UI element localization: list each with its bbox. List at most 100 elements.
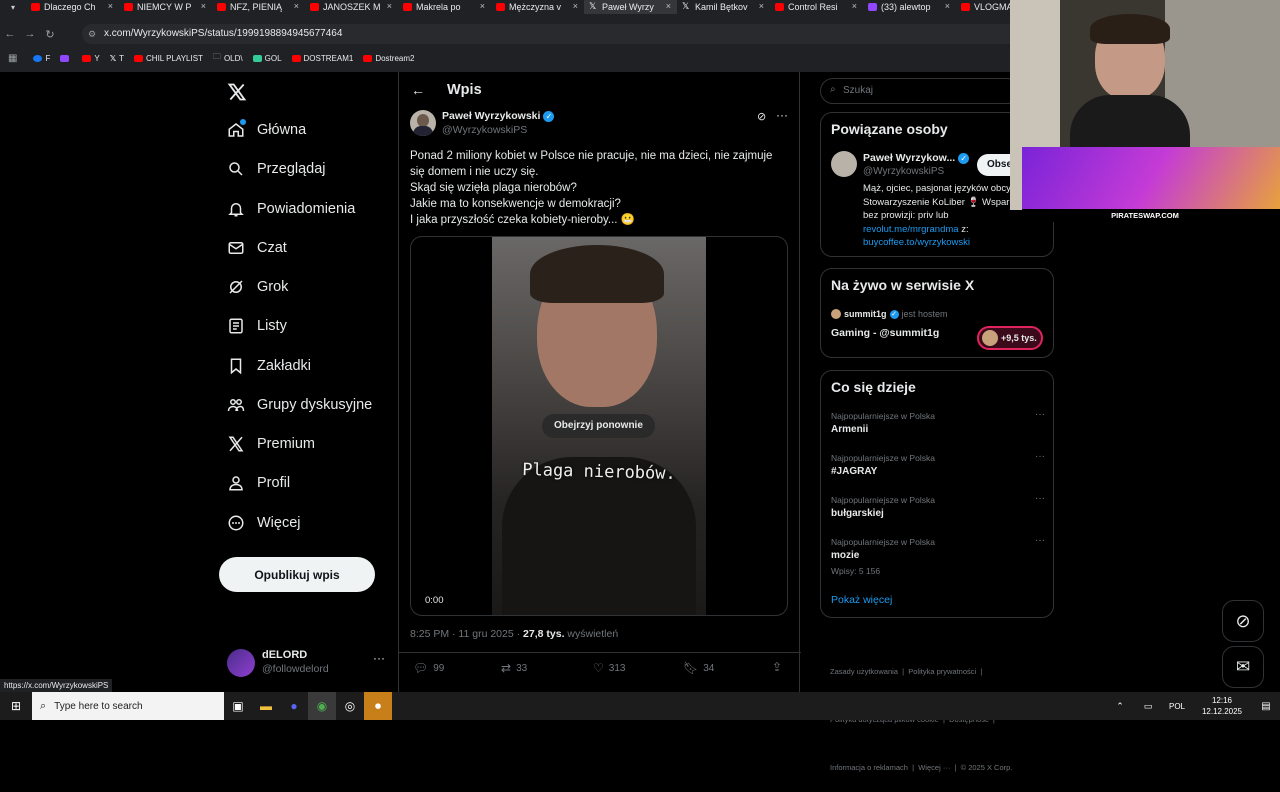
tab-4[interactable]: Makrela po × [398, 0, 491, 14]
tab-2[interactable]: NFZ, PIENIĄ × [212, 0, 305, 14]
nav-item-7[interactable]: Grupy dyskusyjne [227, 396, 372, 414]
tab-6[interactable]: 𝕏 Paweł Wyrzy × [584, 0, 677, 14]
reply-button[interactable]: 💬︎ 99 [413, 661, 444, 675]
like-button[interactable]: ♡ 313 [593, 661, 625, 675]
back-arrow-icon[interactable]: ← [411, 82, 425, 98]
trend-item[interactable]: Najpopularniejsze w Polska bułgarskiej ··· [831, 493, 1045, 524]
more-options-icon[interactable]: ··· [776, 108, 788, 122]
tab-close-icon[interactable]: × [201, 1, 206, 11]
nav-item-1[interactable]: Przeglądaj [227, 160, 326, 178]
related-avatar[interactable] [831, 151, 857, 177]
nav-item-0[interactable]: Główna [227, 119, 306, 139]
listeners-pill[interactable]: +9,5 tys. [977, 326, 1043, 350]
search-input[interactable]: ⌕ Szukaj [820, 78, 1020, 104]
live-host[interactable]: summit1g ✓ jest hostem [831, 309, 948, 319]
grok-icon[interactable]: ⊘ [757, 110, 766, 123]
tab-close-icon[interactable]: × [852, 1, 857, 11]
language-indicator[interactable]: POL [1162, 702, 1192, 711]
buycoffee-link[interactable]: buycoffee.to/wyrzykowski [863, 237, 970, 248]
nav-item-5[interactable]: Listy [227, 317, 287, 335]
tab-5[interactable]: Mężczyzna v × [491, 0, 584, 14]
tab-search-icon[interactable]: ▾ [0, 0, 26, 14]
tab-close-icon[interactable]: × [759, 1, 764, 11]
post-button[interactable]: Opublikuj wpis [219, 557, 375, 592]
live-space-title[interactable]: Gaming - @summit1g [831, 327, 939, 339]
bookmark-t[interactable]: 𝕏T [110, 54, 124, 63]
tab-1[interactable]: NIEMCY W P × [119, 0, 212, 14]
tab-close-icon[interactable]: × [108, 1, 113, 11]
bookmark-button[interactable]: 🔖︎ 34 [683, 661, 714, 675]
tray-chevron-icon[interactable]: ⌃ [1106, 692, 1134, 720]
apps-icon[interactable]: ▦ [8, 53, 17, 64]
bookmark-twitch[interactable] [60, 54, 72, 62]
chrome-icon[interactable]: ◉ [308, 692, 336, 720]
nav-item-8[interactable]: Premium [227, 435, 315, 453]
trend-more-icon[interactable]: ··· [1035, 451, 1045, 462]
account-switcher[interactable]: dELORD @followdelord ··· [227, 647, 397, 679]
tab-close-icon[interactable]: × [666, 1, 671, 11]
trend-more-icon[interactable]: ··· [1035, 535, 1045, 546]
tab-8[interactable]: Control Resi × [770, 0, 863, 14]
x-logo-icon[interactable] [227, 82, 247, 107]
clock[interactable]: 12:16 12.12.2025 [1192, 695, 1252, 717]
task-view-icon[interactable]: ▣ [224, 692, 252, 720]
notifications-icon[interactable]: ▤ [1252, 692, 1280, 720]
bookmark-gol[interactable]: GOL [252, 54, 282, 63]
video-player[interactable]: Obejrzyj ponownie Plaga nierobów. 0:00 [410, 236, 788, 616]
messages-float-icon[interactable]: ✉ [1222, 646, 1264, 688]
discord-icon[interactable]: ● [280, 692, 308, 720]
nav-item-9[interactable]: Profil [227, 474, 290, 492]
tab-9[interactable]: (33) alewtop × [863, 0, 956, 14]
bookmark-dostream1[interactable]: DOSTREAM1 [291, 54, 353, 63]
bookmark-y[interactable]: Y [82, 54, 100, 63]
app-icon[interactable]: ◎ [336, 692, 364, 720]
bookmark-chil-playlist[interactable]: CHIL PLAYLIST [134, 54, 203, 63]
trend-more-icon[interactable]: ··· [1035, 493, 1045, 504]
trend-item[interactable]: Najpopularniejsze w Polska Armenii ··· [831, 409, 1045, 440]
author-name[interactable]: Paweł Wyrzykowski ✓ [442, 110, 555, 122]
site-info-icon[interactable]: ⚙ [88, 24, 96, 44]
tab-close-icon[interactable]: × [294, 1, 299, 11]
avatar [227, 649, 255, 677]
taskbar-search[interactable]: ⌕ Type here to search [32, 692, 224, 720]
nav-item-6[interactable]: Zakładki [227, 357, 311, 375]
youtube-icon [310, 3, 319, 11]
nav-item-10[interactable]: Więcej [227, 514, 301, 532]
tab-0[interactable]: Dlaczego Ch × [26, 0, 119, 14]
revolut-link[interactable]: revolut.me/mrgrandma [863, 224, 959, 235]
tab-close-icon[interactable]: × [387, 1, 392, 11]
related-name[interactable]: Paweł Wyrzykow... ✓ [863, 152, 970, 164]
tab-close-icon[interactable]: × [945, 1, 950, 11]
trend-item[interactable]: Najpopularniejsze w Polska mozie Wpisy: 5 … [831, 535, 1045, 576]
bookmark-old[interactable]: 🗀 OLD\ [213, 51, 243, 65]
nav-item-3[interactable]: Czat [227, 239, 287, 257]
trend-item[interactable]: Najpopularniejsze w Polska #JAGRAY ··· [831, 451, 1045, 482]
repost-button[interactable]: ⇄ 33 [501, 661, 527, 675]
bookmark-dostream2[interactable]: Dostream2 [363, 54, 414, 63]
bookmark-f[interactable]: F [33, 54, 50, 63]
windows-start-icon[interactable]: ⊞ [0, 692, 32, 720]
back-icon[interactable]: ← [0, 28, 20, 40]
forward-icon[interactable]: → [20, 28, 40, 40]
author-avatar[interactable] [410, 110, 436, 136]
author-handle[interactable]: @WyrzykowskiPS [442, 124, 527, 136]
tab-7[interactable]: 𝕏 Kamil Bętkov × [677, 0, 770, 14]
bookmarks-bar: ▦ F Y 𝕏T CHIL PLAYLIST 🗀 OLD\ GOL DOSTREA… [0, 50, 1010, 66]
more-dots-icon[interactable]: ··· [373, 651, 385, 665]
share-icon[interactable]: ⇪ [772, 660, 782, 674]
tab-close-icon[interactable]: × [573, 1, 578, 11]
live-title: Na żywo w serwisie X [831, 277, 975, 293]
show-more-link[interactable]: Pokaż więcej [831, 594, 892, 606]
network-icon[interactable]: ▭ [1134, 692, 1162, 720]
replay-button[interactable]: Obejrzyj ponownie [542, 414, 655, 438]
tab-3[interactable]: JANOSZEK M × [305, 0, 398, 14]
nav-item-2[interactable]: Powiadomienia [227, 200, 355, 218]
tab-close-icon[interactable]: × [480, 1, 485, 11]
file-explorer-icon[interactable]: ▬ [252, 692, 280, 720]
trend-more-icon[interactable]: ··· [1035, 409, 1045, 420]
nav-item-4[interactable]: Grok [227, 278, 288, 296]
url-field[interactable]: ⚙ x.com/WyrzykowskiPS/status/19991988949… [82, 24, 1010, 44]
obs-icon[interactable]: ⏺ [364, 692, 392, 720]
reload-icon[interactable]: ↻ [40, 28, 60, 41]
grok-float-icon[interactable]: ⊘ [1222, 600, 1264, 642]
